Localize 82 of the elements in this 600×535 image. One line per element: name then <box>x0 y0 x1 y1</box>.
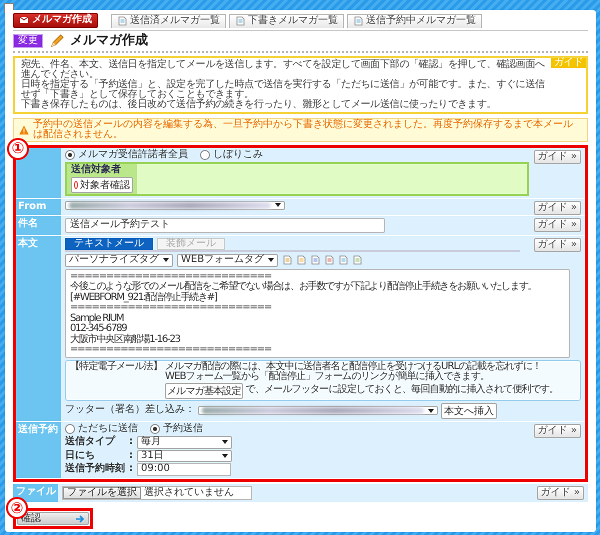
row-label: ファイル <box>13 484 58 502</box>
radio-label: しぼりこみ <box>213 150 263 160</box>
editor-tab[interactable]: テキストメール <box>65 238 153 250</box>
info-text: 日時を指定する「予約送信」と、設定を完了した時点で送信を実行する「ただちに送信」が可能です。また、すぐに送信せず「下書き」として保存しておくこともできます。 <box>21 80 546 100</box>
guide-button[interactable]: ガイド » <box>534 238 581 252</box>
pencil-icon <box>49 34 64 48</box>
list-tab[interactable]: 下書きメルマガ一覧 <box>229 14 344 28</box>
field-label: 送信予約時刻 <box>65 464 125 474</box>
document-icon <box>117 16 127 26</box>
schedule-select[interactable]: 毎月 <box>137 436 232 448</box>
radio-label: 予約送信 <box>163 424 203 434</box>
radio-label: ただちに送信 <box>78 424 138 434</box>
caret-icon <box>222 454 228 458</box>
colon: : <box>129 464 133 474</box>
guide-tag: ガイド <box>550 58 586 68</box>
list-tab[interactable]: 送信予約中メルマガ一覧 <box>347 14 482 28</box>
caret-icon <box>163 258 169 262</box>
notice-lead: 【特定電子メール法】 <box>70 362 162 374</box>
target-button[interactable]: 対象者確認 <box>71 176 133 192</box>
field-label: 日にち <box>65 450 96 461</box>
schedule-select[interactable]: 31日 <box>137 450 232 462</box>
row-label: 件名 <box>16 216 61 234</box>
list-tab[interactable]: 送信済メルマガ一覧 <box>111 14 226 28</box>
warning-text: 予約中の送信メールの内容を編集する為、一旦予約中から下書き状態に変更されました。再度予約保存するまで本メールは配信されません。 <box>33 120 574 140</box>
caret-icon <box>275 203 281 207</box>
toolbar-button[interactable] <box>310 255 320 266</box>
body-text-area[interactable]: ============================ 今後このような形でのメール配信をご希望でない場合は、お手数ですが下記より配信停止手続きをお願いいたします。 [#WEBFORM_921:配信停止手続き#] ============================ Sample RIUM 012-345-6789 大阪市中央区南船場1-16-23 ============================ <box>65 268 570 358</box>
caret-icon <box>222 440 228 444</box>
field-label: 送信タイプ <box>65 437 116 448</box>
file-input[interactable]: ファイルを選択 選択されていません <box>62 486 252 500</box>
radio-button[interactable] <box>150 424 160 434</box>
document-icon <box>352 255 362 266</box>
target-title: 送信対象者 <box>71 165 122 176</box>
guide-button[interactable]: ガイド » <box>534 424 581 438</box>
row-label: 本文 <box>16 236 61 420</box>
document-icon <box>282 255 292 266</box>
row-label: 送信予約 <box>16 422 61 478</box>
toolbar-button[interactable] <box>324 255 334 266</box>
toolbar-button[interactable] <box>338 255 348 266</box>
subject-field[interactable]: 送信メール予約テスト <box>65 218 385 232</box>
notice-text: メルマガ配信の際には、本文中に送信者名と配信停止を受けつけるURLの記載を忘れずに！ <box>165 362 542 372</box>
document-icon <box>324 255 334 266</box>
settings-link-button[interactable]: メルマガ基本設定 <box>165 382 243 398</box>
insert-button[interactable]: 本文へ挿入 <box>441 402 497 418</box>
create-tab[interactable]: メルマガ作成 <box>13 13 98 28</box>
tag-select[interactable]: WEBフォームタグ <box>177 254 278 266</box>
notice-text: WEBフォーム一覧から「配信停止」フォームのリンクが簡単に挿入できます。 <box>165 372 490 382</box>
guide-button[interactable]: ガイド » <box>534 200 581 214</box>
toolbar-button[interactable] <box>296 255 306 266</box>
notice-text: で、メールフッターに設定しておくと、毎回自動的に挿入されて便利です。 <box>246 385 558 396</box>
info-text: 下書き保存したものは、後日改めて送信予約の続きを行ったり、雛形としてメール送信に使ったりできます。 <box>21 100 498 110</box>
document-icon <box>296 255 306 266</box>
footer-label: フッター（署名）差し込み： <box>65 405 195 416</box>
document-icon <box>235 16 245 26</box>
radio-label: メルマガ受信許諾者全員 <box>78 150 188 160</box>
radio-button[interactable] <box>65 424 75 434</box>
footer-select[interactable] <box>198 406 438 415</box>
caret-icon <box>428 408 434 412</box>
time-field[interactable]: 09:00 <box>137 463 231 476</box>
mode-badge: 変更 <box>13 34 43 48</box>
toolbar-button[interactable] <box>282 255 292 266</box>
arrow-icon <box>75 514 85 524</box>
guide-button[interactable]: ガイド » <box>536 486 584 500</box>
radio-button[interactable] <box>65 150 75 160</box>
mail-icon <box>19 15 29 26</box>
radio-button[interactable] <box>200 150 210 160</box>
info-text: 宛先、件名、本文、送信日を指定してメールを送信します。すべてを設定して画面下部の「確認」を押して、確認画面へ進んでください。 <box>21 60 546 80</box>
guide-button[interactable]: ガイド » <box>534 218 581 232</box>
warning-icon <box>19 124 29 134</box>
from-select[interactable] <box>65 200 285 210</box>
colon: : <box>129 437 133 448</box>
colon: : <box>129 450 133 461</box>
guide-button[interactable]: ガイド » <box>534 150 581 164</box>
page-title: メルマガ作成 <box>70 34 148 48</box>
toolbar-button[interactable] <box>352 255 362 266</box>
document-icon <box>338 255 348 266</box>
caret-icon <box>268 258 274 262</box>
row-label: From <box>16 198 61 215</box>
document-icon <box>353 16 363 26</box>
annotation-marker: ① <box>7 138 29 160</box>
tag-select[interactable]: パーソナライズタグ <box>65 254 173 266</box>
document-icon <box>310 255 320 266</box>
